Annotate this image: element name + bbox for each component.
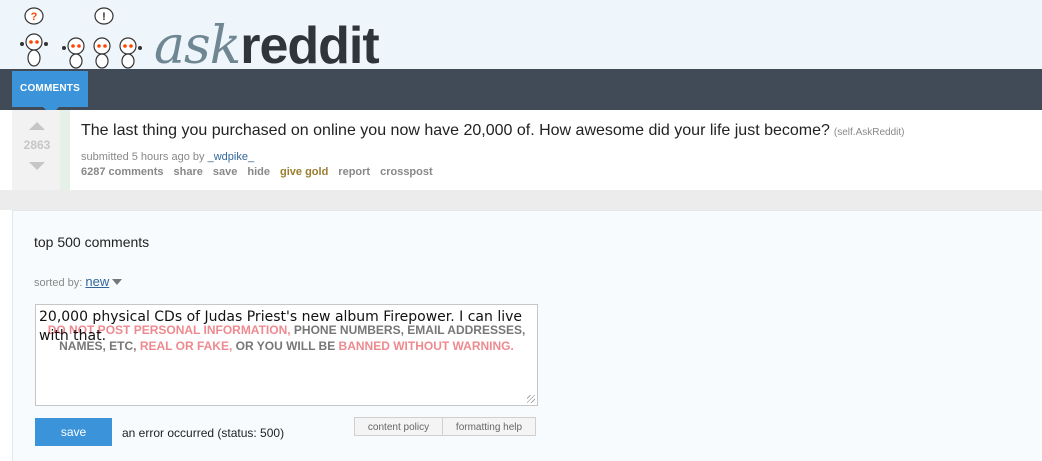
post-title-text[interactable]: The last thing you purchased on online y…: [81, 122, 830, 139]
resize-grip-icon[interactable]: [527, 395, 535, 403]
sort-dropdown[interactable]: new: [85, 274, 109, 289]
save-comment-button[interactable]: save: [35, 418, 112, 446]
logo-ask-text: ask: [154, 16, 241, 76]
svg-text:?: ?: [31, 11, 38, 23]
post-action-buttons: 6287 comments share save hide give gold repor…: [81, 166, 443, 178]
author-link[interactable]: _wdpike_: [208, 151, 254, 163]
hide-link[interactable]: hide: [247, 166, 270, 178]
vote-column: 2863: [12, 110, 60, 190]
post-title[interactable]: The last thing you purchased on online y…: [81, 122, 904, 140]
section-separator: [0, 190, 1042, 210]
content-policy-button[interactable]: content policy: [354, 417, 443, 436]
svg-text:!: !: [102, 11, 106, 23]
comments-count-link[interactable]: 6287 comments: [81, 166, 164, 178]
comment-textarea[interactable]: DO NOT POST PERSONAL INFORMATION, PHONE …: [35, 304, 538, 406]
chevron-down-icon[interactable]: [112, 279, 123, 285]
share-link[interactable]: share: [174, 166, 203, 178]
comments-title: top 500 comments: [34, 234, 150, 250]
askreddit-wordmark[interactable]: askreddit: [154, 16, 380, 76]
post-tagline: submitted 5 hours ago by _wdpike_: [81, 151, 254, 163]
formatting-help-button[interactable]: formatting help: [442, 417, 536, 436]
tab-comments[interactable]: COMMENTS: [12, 71, 88, 107]
submitted-text: submitted 5 hours ago by: [81, 151, 205, 163]
error-message: an error occurred (status: 500): [122, 426, 285, 440]
sort-menu: sorted by: new: [34, 274, 123, 289]
logo-reddit-text: reddit: [240, 17, 379, 75]
save-link[interactable]: save: [213, 166, 237, 178]
self-post-thumbnail-strip: [60, 110, 70, 190]
upvote-icon[interactable]: [29, 122, 45, 130]
comment-input-value[interactable]: 20,000 physical CDs of Judas Priest's ne…: [39, 308, 531, 346]
sorted-by-label: sorted by:: [34, 277, 83, 289]
post-score: 2863: [23, 138, 51, 152]
header-tab-bar: [0, 69, 1042, 110]
report-link[interactable]: report: [338, 166, 370, 178]
crosspost-link[interactable]: crosspost: [380, 166, 433, 178]
give-gold-link[interactable]: give gold: [280, 166, 328, 178]
downvote-icon[interactable]: [29, 162, 45, 170]
post-domain[interactable]: (self.AskReddit): [834, 127, 905, 138]
askreddit-mascots-logo[interactable]: ? !: [14, 6, 154, 70]
